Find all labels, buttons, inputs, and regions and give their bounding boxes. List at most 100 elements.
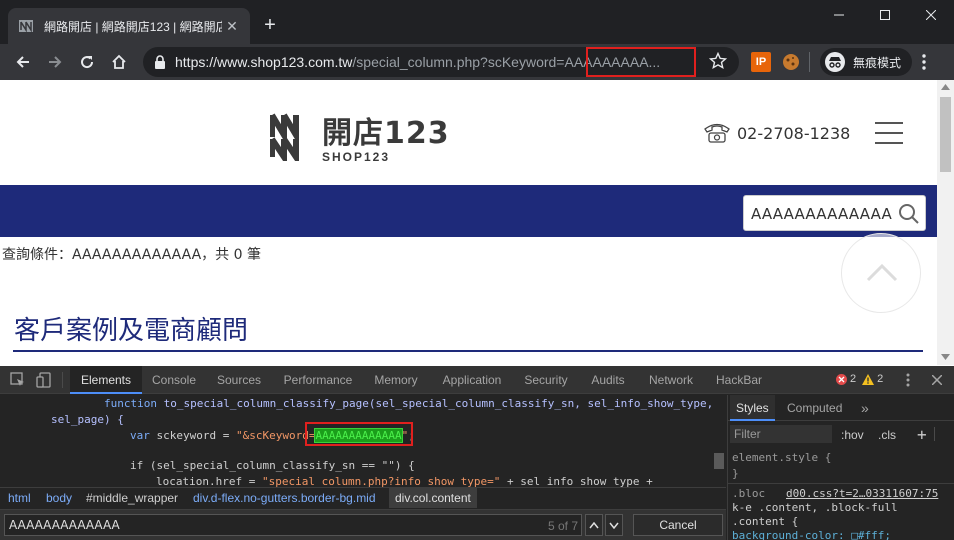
devtools-panel: Elements Console Sources Performance Mem…	[0, 366, 954, 540]
code-match-highlight-box	[305, 422, 413, 446]
find-previous-button[interactable]	[585, 514, 603, 536]
page-scrollbar[interactable]	[937, 80, 954, 365]
code-line: if (sel_special_column_classify_sn == ""…	[130, 459, 415, 472]
devtools-menu-icon[interactable]	[906, 373, 910, 387]
code-line: sel_page) {	[51, 413, 124, 426]
phone-contact[interactable]: 02-2708-1238	[703, 122, 850, 144]
site-logo[interactable]: 開店123 SHOP123	[270, 108, 450, 164]
element-style-rule[interactable]: element.style {	[732, 451, 831, 464]
dom-breadcrumb: html body #middle_wrapper div.d-flex.no-…	[0, 487, 726, 509]
browser-tab-bar: 網路開店 | 網路開店123 | 網路開店 ✕ +	[0, 0, 954, 44]
hamburger-menu-icon[interactable]	[875, 122, 903, 144]
find-next-button[interactable]	[605, 514, 623, 536]
breadcrumb-content-div[interactable]: div.col.content	[389, 488, 477, 508]
address-bar[interactable]: https://www.shop123.com.tw/special_colum…	[143, 47, 739, 77]
minimize-icon	[834, 14, 844, 16]
find-input[interactable]: AAAAAAAAAAAAA	[4, 514, 582, 536]
rule-separator	[728, 483, 954, 484]
tab-memory[interactable]: Memory	[366, 366, 426, 394]
tab-hackbar[interactable]: HackBar	[710, 366, 768, 394]
find-cancel-button[interactable]: Cancel	[633, 514, 723, 536]
new-tab-button[interactable]: +	[258, 13, 282, 37]
warning-count: 2	[877, 373, 884, 385]
error-icon	[836, 373, 847, 385]
home-icon	[112, 54, 126, 69]
code-line: function to_special_column_classify_page…	[104, 397, 714, 410]
breadcrumb-html[interactable]: html	[8, 491, 31, 505]
tab-styles[interactable]: Styles	[730, 395, 775, 421]
tab-console[interactable]: Console	[144, 366, 204, 394]
find-match-count: 5 of 7	[548, 519, 579, 533]
browser-toolbar: https://www.shop123.com.tw/special_colum…	[0, 44, 954, 80]
home-button[interactable]	[105, 48, 133, 76]
shop123-logo-mark-icon	[270, 113, 299, 161]
issue-counters[interactable]: 2 2	[836, 373, 883, 385]
devtools-divider	[62, 372, 63, 388]
scroll-up-arrow-icon[interactable]	[941, 84, 950, 90]
breadcrumb-flex-div[interactable]: div.d-flex.no-gutters.border-bg.mid	[193, 491, 376, 505]
cookie-extension-icon[interactable]	[781, 52, 801, 72]
search-icon[interactable]	[897, 202, 921, 226]
logo-english-text: SHOP123	[322, 150, 391, 164]
breadcrumb-middle-wrapper[interactable]: #middle_wrapper	[86, 491, 178, 505]
cls-toggle[interactable]: .cls	[878, 428, 896, 442]
tab-close-icon[interactable]: ✕	[224, 18, 240, 35]
code-scrollbar[interactable]	[712, 395, 726, 487]
phone-number: 02-2708-1238	[737, 123, 851, 143]
tab-sources[interactable]: Sources	[210, 366, 268, 394]
close-devtools-icon[interactable]	[932, 375, 942, 385]
more-tabs-icon[interactable]: »	[861, 395, 869, 421]
code-line: location.href = "special_column.php?info…	[156, 475, 653, 487]
rule-selector-end: .content {	[732, 515, 799, 528]
source-code-view[interactable]: function to_special_column_classify_page…	[0, 395, 726, 487]
more-menu-icon[interactable]	[922, 54, 926, 70]
stylesheet-link[interactable]: d00.css?t=2…03311607:75	[786, 487, 938, 500]
tab-application[interactable]: Application	[434, 366, 510, 394]
page-title: 客戶案例及電商顧問	[14, 316, 249, 346]
back-button[interactable]	[9, 48, 37, 76]
css-property[interactable]: background-color: □#fff;	[732, 529, 891, 540]
styles-filter-input[interactable]: Filter	[730, 425, 832, 443]
toolbar-divider	[809, 52, 810, 72]
rule-selector-start: .bloc	[732, 487, 766, 500]
browser-tab[interactable]: 網路開店 | 網路開店123 | 網路開店 ✕	[8, 8, 250, 44]
lock-icon[interactable]	[154, 55, 166, 69]
incognito-badge[interactable]: 無痕模式	[820, 48, 912, 76]
tab-security[interactable]: Security	[518, 366, 574, 394]
telephone-icon	[704, 123, 730, 143]
breadcrumb-body[interactable]: body	[46, 491, 72, 505]
add-rule-icon[interactable]: +	[917, 425, 927, 444]
forward-button[interactable]	[41, 48, 69, 76]
styles-toolbar-divider	[934, 427, 946, 441]
tab-title: 網路開店 | 網路開店123 | 網路開店	[44, 19, 222, 34]
inspect-element-icon[interactable]	[10, 372, 26, 388]
page-viewport: 開店123 SHOP123 02-2708-1238 AAAAAAAAAAAAA…	[0, 80, 937, 365]
code-scrollbar-thumb[interactable]	[714, 453, 724, 469]
tab-elements[interactable]: Elements	[70, 366, 142, 394]
minimize-button[interactable]	[816, 0, 862, 30]
device-toolbar-icon[interactable]	[36, 372, 52, 388]
hov-toggle[interactable]: :hov	[841, 428, 864, 442]
back-to-top-button[interactable]	[841, 233, 921, 313]
tab-performance[interactable]: Performance	[276, 366, 360, 394]
page-scrollbar-thumb[interactable]	[940, 97, 951, 172]
site-favicon-icon	[18, 18, 34, 34]
chevron-down-icon	[609, 522, 619, 529]
scroll-down-arrow-icon[interactable]	[941, 354, 950, 360]
reload-button[interactable]	[73, 48, 101, 76]
rule-selector: k-e .content, .block-full	[732, 501, 898, 514]
devtools-tab-bar: Elements Console Sources Performance Mem…	[0, 366, 954, 394]
tab-network[interactable]: Network	[642, 366, 700, 394]
site-search-input[interactable]: AAAAAAAAAAAAA	[743, 195, 926, 231]
maximize-button[interactable]	[862, 0, 908, 30]
bookmark-star-icon[interactable]	[709, 52, 727, 70]
arrow-right-icon	[49, 56, 62, 68]
tab-computed[interactable]: Computed	[787, 395, 842, 421]
tab-audits[interactable]: Audits	[584, 366, 632, 394]
close-icon	[926, 10, 936, 20]
ip-extension-icon[interactable]: IP	[751, 52, 771, 72]
chevron-up-icon	[589, 521, 599, 528]
maximize-icon	[880, 10, 890, 20]
title-underline	[13, 350, 923, 352]
close-window-button[interactable]	[908, 0, 954, 30]
